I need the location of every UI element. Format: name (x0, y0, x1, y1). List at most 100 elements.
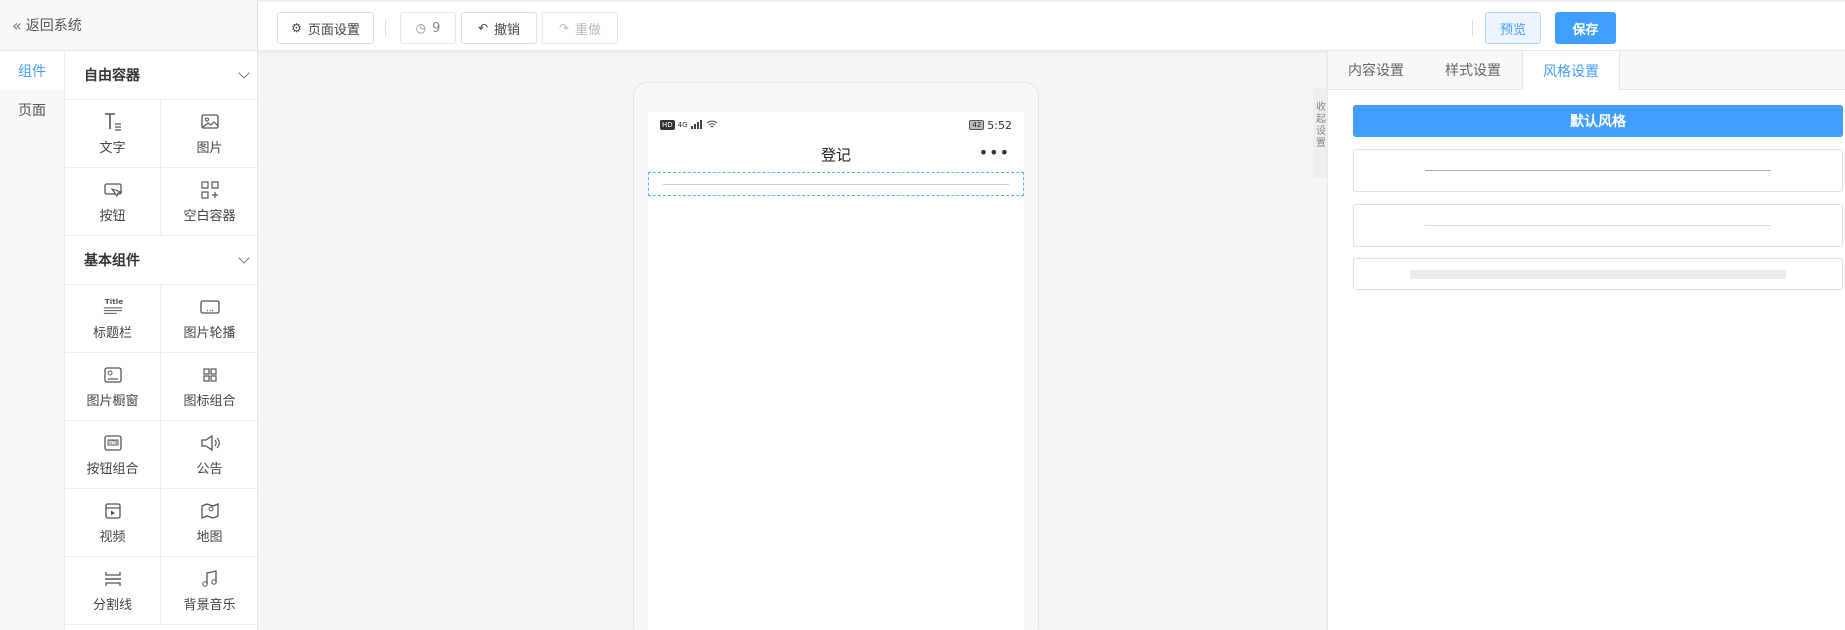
component-image[interactable]: 图片 (161, 100, 258, 168)
phone-preview-frame: HD 4G 42 5:52 登记 ••• (633, 82, 1039, 630)
more-icon[interactable]: ••• (979, 145, 1010, 161)
tab-theme-settings[interactable]: 风格设置 (1522, 51, 1620, 90)
component-video[interactable]: 视频 (65, 489, 161, 557)
component-image-showcase[interactable]: 图片橱窗 (65, 353, 161, 421)
component-icon-group[interactable]: 图标组合 (161, 353, 258, 421)
music-icon (199, 568, 221, 590)
undo-arrow-icon: ↶ (477, 21, 489, 35)
category-title: 自由容器 (84, 68, 140, 84)
redo-button[interactable]: ↷ 重做 (542, 12, 618, 44)
page-settings-button[interactable]: ⚙ 页面设置 (277, 12, 374, 44)
text-icon (102, 111, 124, 133)
component-map[interactable]: 地图 (161, 489, 258, 557)
component-label: 图片轮播 (183, 326, 236, 341)
component-label: 文字 (99, 141, 126, 156)
block-line-sample (1410, 269, 1786, 279)
status-time: 5:52 (987, 118, 1012, 132)
left-panel: « 返回系统 组件 页面 自由容器 文字 图片 按钮 空白容器 基本组件 Tit… (0, 0, 258, 630)
component-text[interactable]: 文字 (65, 100, 161, 168)
component-blank-container[interactable]: 空白容器 (161, 168, 258, 236)
undo-label: 撤销 (494, 22, 521, 38)
button-group-icon: BTN (102, 432, 124, 454)
preview-button[interactable]: 预览 (1485, 12, 1541, 44)
divider-icon (102, 568, 124, 590)
toolbar-divider (385, 20, 386, 36)
component-title-bar[interactable]: Title 标题栏 (65, 285, 161, 353)
phone-screen: HD 4G 42 5:52 登记 ••• (648, 112, 1024, 630)
component-label: 图标组合 (183, 394, 236, 409)
collapse-settings-handle[interactable]: 收起设置 (1313, 88, 1327, 178)
tab-style-settings[interactable]: 样式设置 (1425, 51, 1522, 89)
save-button[interactable]: 保存 (1555, 12, 1616, 44)
component-label: 空白容器 (183, 209, 236, 224)
divider-style-option-thin[interactable] (1353, 204, 1843, 247)
divider-line (663, 183, 1009, 185)
page-settings-label: 页面设置 (307, 22, 360, 38)
component-grid: 文字 图片 按钮 空白容器 (65, 100, 258, 236)
component-label: 背景音乐 (183, 598, 236, 613)
announcement-icon (199, 432, 221, 454)
tab-components[interactable]: 组件 (0, 51, 64, 90)
component-label: 视频 (99, 530, 126, 545)
divider-style-option-block[interactable] (1353, 258, 1843, 290)
tab-pages[interactable]: 页面 (0, 90, 64, 129)
icon-group-icon (199, 364, 221, 386)
divider-style-option-solid[interactable] (1353, 149, 1843, 192)
component-carousel[interactable]: 图片轮播 (161, 285, 258, 353)
component-label: 按钮组合 (86, 462, 139, 477)
category-title: 基本组件 (84, 253, 140, 269)
redo-label: 重做 (575, 22, 602, 38)
hd-badge: HD (660, 120, 675, 130)
settings-tabs: 内容设置 样式设置 风格设置 (1328, 51, 1845, 90)
chevron-down-icon (238, 252, 250, 264)
component-label: 按钮 (99, 209, 126, 224)
component-label: 标题栏 (92, 326, 132, 341)
redo-arrow-icon: ↷ (558, 21, 570, 35)
history-count: 9 (432, 20, 441, 36)
title-bar-icon: Title (102, 296, 124, 318)
phone-status-bar: HD 4G 42 5:52 (648, 112, 1024, 138)
tab-content-settings[interactable]: 内容设置 (1328, 51, 1425, 89)
clock-icon: ◷ (415, 21, 427, 35)
signal-icon (690, 119, 703, 132)
component-palette: 自由容器 文字 图片 按钮 空白容器 基本组件 Title 标题栏 图片轮播 图… (65, 51, 258, 630)
component-label: 地图 (196, 530, 223, 545)
selected-divider-component[interactable] (648, 172, 1024, 196)
history-button[interactable]: ◷ 9 (400, 12, 456, 44)
image-showcase-icon (102, 364, 124, 386)
category-basic-components[interactable]: 基本组件 (65, 236, 258, 285)
wifi-icon (706, 119, 718, 132)
component-label: 图片橱窗 (86, 394, 139, 409)
phone-nav-bar: 登记 ••• (648, 138, 1024, 170)
back-label: 返回系统 (25, 18, 82, 34)
toolbar-divider (1472, 20, 1473, 36)
component-label: 图片 (196, 141, 223, 156)
back-to-system-button[interactable]: « 返回系统 (0, 0, 257, 51)
solid-line-sample (1425, 170, 1771, 171)
button-icon (102, 179, 124, 201)
component-button-group[interactable]: BTN 按钮组合 (65, 421, 161, 489)
network-label: 4G (677, 121, 688, 129)
svg-text:BTN: BTN (109, 440, 117, 445)
carousel-icon (199, 296, 221, 318)
component-divider[interactable]: 分割线 (65, 557, 161, 625)
svg-text:Title: Title (104, 297, 123, 306)
default-style-button[interactable]: 默认风格 (1353, 105, 1843, 137)
battery-icon: 42 (969, 120, 985, 130)
component-background-music[interactable]: 背景音乐 (161, 557, 258, 625)
blank-container-icon (199, 179, 221, 201)
component-grid: Title 标题栏 图片轮播 图片橱窗 图标组合 BTN 按钮组合 公告 视频 … (65, 285, 258, 625)
map-icon (199, 500, 221, 522)
side-tabs: 组件 页面 (0, 51, 65, 630)
video-icon (102, 500, 124, 522)
double-chevron-left-icon: « (12, 15, 22, 35)
component-label: 分割线 (92, 598, 132, 613)
undo-button[interactable]: ↶ 撤销 (461, 12, 537, 44)
page-title: 登记 (820, 145, 851, 164)
component-label: 公告 (196, 462, 223, 477)
thin-line-sample (1425, 225, 1771, 226)
image-icon (199, 111, 221, 133)
category-free-container[interactable]: 自由容器 (65, 51, 258, 100)
component-announcement[interactable]: 公告 (161, 421, 258, 489)
component-button[interactable]: 按钮 (65, 168, 161, 236)
